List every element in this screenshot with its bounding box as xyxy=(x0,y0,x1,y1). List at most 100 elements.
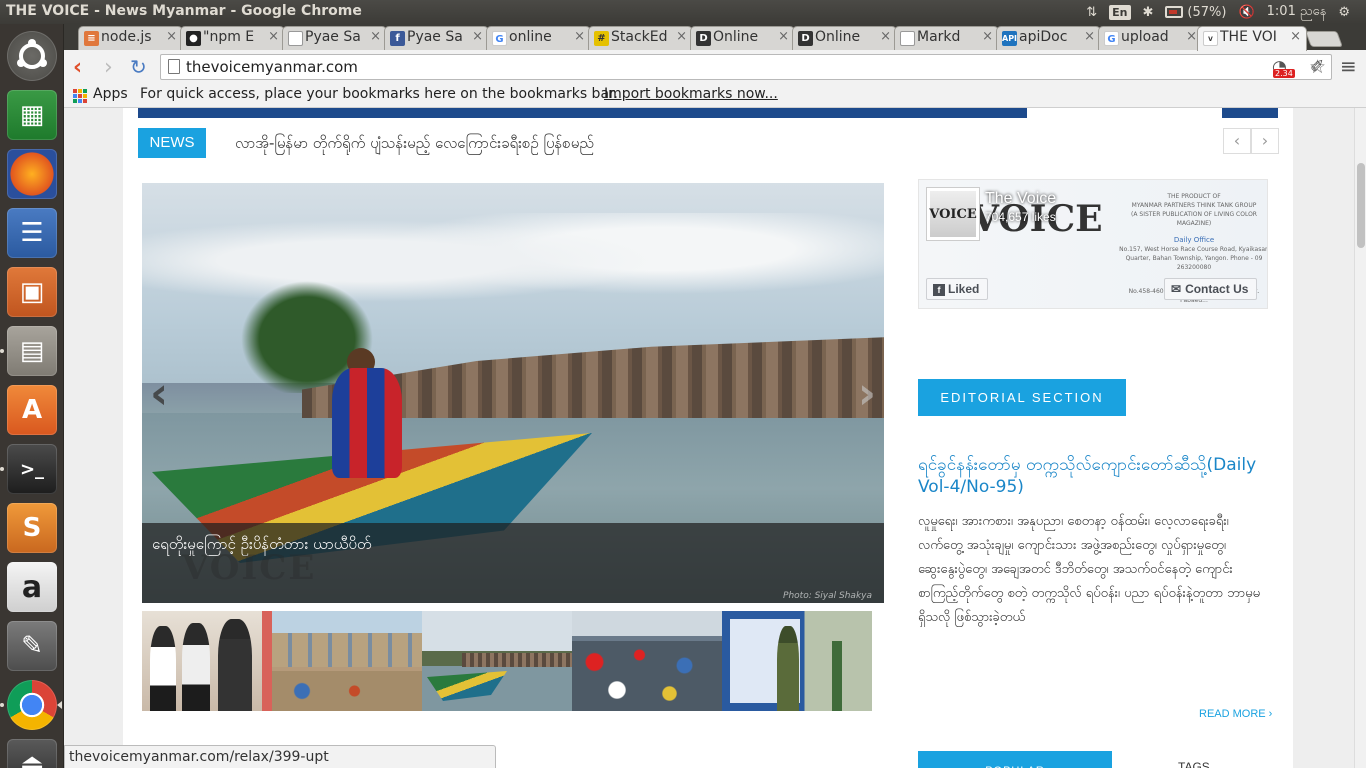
chrome-icon[interactable] xyxy=(7,680,57,730)
tab-label: Markd xyxy=(917,29,961,45)
slider-thumbnail[interactable] xyxy=(572,611,722,711)
close-icon[interactable]: × xyxy=(1186,29,1197,44)
import-bookmarks-link[interactable]: Import bookmarks now... xyxy=(604,86,778,102)
facebook-contact-button[interactable]: ✉ Contact Us xyxy=(1164,278,1258,300)
menu-hamburger-icon[interactable]: ≡ xyxy=(1340,54,1357,78)
tags-tab[interactable]: TAGS xyxy=(1178,760,1210,768)
scrollbar-thumb[interactable] xyxy=(1357,163,1365,248)
slider-thumbnail[interactable] xyxy=(722,611,872,711)
firefox-icon[interactable] xyxy=(7,149,57,199)
close-icon[interactable]: × xyxy=(370,29,381,44)
tab-label: upload xyxy=(1121,29,1169,45)
slider-thumbnail[interactable] xyxy=(142,611,292,711)
envelope-icon: ✉ xyxy=(1171,282,1182,296)
tab-apidoc[interactable]: API apiDoc × xyxy=(996,26,1101,50)
extension-badge: 2.34 xyxy=(1273,69,1295,78)
tab-strip: ≡ node.js × ● "npm E × Pyae Sa × f Pyae … xyxy=(64,24,1366,51)
close-icon[interactable]: × xyxy=(880,29,891,44)
tab-upload-google[interactable]: G upload × xyxy=(1098,26,1203,50)
bookmarks-bar: Apps For quick access, place your bookma… xyxy=(64,84,1366,108)
read-more-link[interactable]: READ MORE › xyxy=(1199,708,1272,720)
terminal-icon[interactable]: >_ xyxy=(7,444,57,494)
software-center-icon[interactable]: A xyxy=(7,385,57,435)
popular-tab[interactable]: POPULAR xyxy=(918,751,1112,768)
page-info-icon[interactable] xyxy=(168,59,180,74)
usb-drive-icon[interactable]: ⏏ xyxy=(7,739,57,768)
close-icon[interactable]: × xyxy=(778,29,789,44)
facebook-icon: f xyxy=(390,31,405,46)
news-ticker-label: NEWS xyxy=(138,128,206,158)
url-text: thevoicemyanmar.com xyxy=(186,58,358,76)
apidoc-icon: API xyxy=(1002,31,1017,46)
facebook-page-name[interactable]: The Voice xyxy=(985,190,1056,208)
window-title: THE VOICE - News Myanmar - Google Chrome xyxy=(6,3,362,19)
impress-presentation-icon[interactable]: ▣ xyxy=(7,267,57,317)
extension-dropper-icon[interactable]: ✐ xyxy=(1310,57,1324,77)
tab-pyae-sa-1[interactable]: Pyae Sa × xyxy=(282,26,387,50)
tab-npm[interactable]: ● "npm E × xyxy=(180,26,285,50)
slider-next-arrow-icon[interactable]: › xyxy=(858,368,876,419)
volume-mute-icon[interactable]: 🔇 xyxy=(1238,5,1254,20)
google-icon: G xyxy=(1104,31,1119,46)
contact-label: Contact Us xyxy=(1185,282,1249,296)
fb-cover-line: THE PRODUCT OF xyxy=(1167,193,1221,200)
sublime-text-icon[interactable]: S xyxy=(7,503,57,553)
tab-online-dillinger-2[interactable]: D Online × xyxy=(792,26,897,50)
tab-pyae-sa-2[interactable]: f Pyae Sa × xyxy=(384,26,489,50)
close-icon[interactable]: × xyxy=(676,29,687,44)
close-icon[interactable]: × xyxy=(574,29,585,44)
tab-stackedit[interactable]: # StackEd × xyxy=(588,26,693,50)
close-icon[interactable]: × xyxy=(982,29,993,44)
reload-icon[interactable]: ↻ xyxy=(130,55,147,79)
battery-indicator[interactable]: (57%) xyxy=(1165,5,1226,20)
clock[interactable]: 1:01 ညနေ xyxy=(1267,3,1327,22)
facebook-page-avatar[interactable]: VOICE xyxy=(926,187,980,241)
ticker-next-button[interactable]: › xyxy=(1251,128,1279,154)
tab-label: Pyae Sa xyxy=(407,29,463,45)
tab-the-voice[interactable]: V THE VOI × xyxy=(1197,26,1307,51)
tab-label: THE VOI xyxy=(1220,29,1277,45)
ubuntu-dash-icon[interactable] xyxy=(7,31,57,81)
forward-arrow-icon[interactable]: › xyxy=(104,55,113,80)
address-bar[interactable]: thevoicemyanmar.com ☆ xyxy=(160,54,1332,80)
amazon-icon[interactable]: a xyxy=(7,562,57,612)
tab-online-dillinger-1[interactable]: D Online × xyxy=(690,26,795,50)
gear-icon[interactable]: ⚙ xyxy=(1338,5,1350,20)
stackoverflow-icon: ≡ xyxy=(84,31,99,46)
close-icon[interactable]: × xyxy=(1084,29,1095,44)
close-icon[interactable]: × xyxy=(166,29,177,44)
news-ticker-headline[interactable]: လာအို-မြန်မာ တိုက်ရိုက် ပျံသန်းမည့် လေကြ… xyxy=(235,134,594,156)
writer-document-icon[interactable]: ☰ xyxy=(7,208,57,258)
launcher: ▦ ☰ ▣ ▤ A >_ S a ✎ ⏏ xyxy=(0,24,64,768)
slider-prev-arrow-icon[interactable]: ‹ xyxy=(150,368,168,419)
tab-markdown[interactable]: Markd × xyxy=(894,26,999,50)
slider-thumbnail[interactable] xyxy=(272,611,422,711)
bluetooth-icon[interactable]: ✱ xyxy=(1143,5,1154,20)
close-icon[interactable]: × xyxy=(268,29,279,44)
apps-shortcut[interactable]: Apps xyxy=(93,86,128,102)
ticker-prev-button[interactable]: ‹ xyxy=(1223,128,1251,154)
tab-online-google[interactable]: G online × xyxy=(486,26,591,50)
calc-spreadsheet-icon[interactable]: ▦ xyxy=(7,90,57,140)
tab-node-js[interactable]: ≡ node.js × xyxy=(78,26,183,50)
back-arrow-icon[interactable]: ‹ xyxy=(73,55,82,80)
close-icon[interactable]: × xyxy=(1290,29,1301,44)
close-icon[interactable]: × xyxy=(472,29,483,44)
system-settings-icon[interactable]: ✎ xyxy=(7,621,57,671)
network-updown-icon[interactable]: ⇅ xyxy=(1086,5,1097,20)
page-icon xyxy=(900,31,915,46)
facebook-liked-button[interactable]: f Liked xyxy=(926,278,989,300)
files-icon[interactable]: ▤ xyxy=(7,326,57,376)
slide-watermark: VOICE xyxy=(182,548,317,588)
tab-label: Pyae Sa xyxy=(305,29,361,45)
page-scrollbar[interactable] xyxy=(1354,108,1366,768)
new-tab-button[interactable] xyxy=(1305,31,1343,47)
tab-label: StackEd xyxy=(611,29,668,45)
facebook-page-plugin[interactable]: VOICE THE PRODUCT OF MYANMAR PARTNERS TH… xyxy=(918,179,1268,309)
featured-slider[interactable]: ‹ › ရေတိုးမှုကြောင့် ဦးပိန်တံတား ယာယီပိတ… xyxy=(142,183,884,603)
editorial-article-title[interactable]: ရင်ခွင်နန်းတော်မှ တက္ကသိုလ်ကျောင်းတော်ဆီ… xyxy=(918,454,1258,498)
fb-cover-line: Daily Office xyxy=(1173,236,1215,244)
apps-grid-icon[interactable] xyxy=(73,89,87,103)
slider-thumbnail[interactable] xyxy=(422,611,572,711)
keyboard-language-indicator[interactable]: En xyxy=(1109,4,1131,20)
